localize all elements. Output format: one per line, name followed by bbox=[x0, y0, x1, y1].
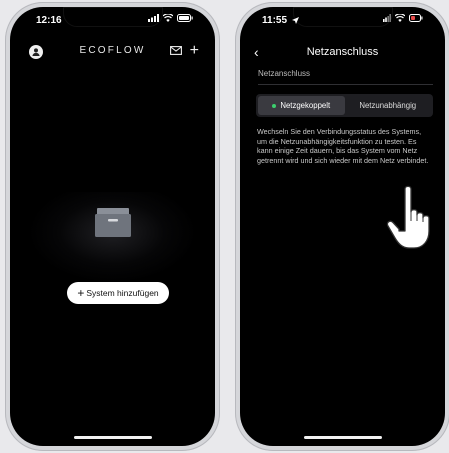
signal-icon bbox=[148, 14, 159, 22]
active-dot-icon bbox=[272, 103, 277, 108]
segment-label: Netzunabhängig bbox=[359, 101, 417, 110]
segment-label: Netzgekoppelt bbox=[280, 101, 331, 110]
status-time: 11:55 bbox=[262, 15, 288, 26]
battery-icon bbox=[177, 14, 193, 22]
divider bbox=[258, 84, 433, 85]
battery-icon bbox=[409, 14, 423, 22]
home-indicator bbox=[303, 436, 382, 439]
add-system-button[interactable]: + System hinzufügen bbox=[67, 282, 169, 304]
status-time: 12:16 bbox=[36, 15, 62, 26]
add-system-label: System hinzufügen bbox=[86, 288, 159, 298]
phone-left: 12:16 ECOFLOW + + System hinzufügen bbox=[5, 2, 220, 451]
location-arrow-icon bbox=[291, 17, 299, 24]
screen-grid-connection: 11:55 ‹ Netzanschluss Netzanschluss Netz… bbox=[240, 7, 445, 446]
status-icons bbox=[148, 14, 193, 22]
description-text: Wechseln Sie den Verbindungsstatus des S… bbox=[257, 127, 429, 165]
segment-off-grid[interactable]: Netzunabhängig bbox=[345, 96, 432, 115]
brand-logo: ECOFLOW bbox=[79, 45, 146, 56]
segment-grid-connected[interactable]: Netzgekoppelt bbox=[258, 96, 345, 115]
mail-icon[interactable] bbox=[170, 46, 182, 55]
plus-icon[interactable]: + bbox=[190, 43, 199, 59]
status-time-row: 11:55 bbox=[262, 15, 299, 26]
wifi-icon bbox=[395, 14, 405, 22]
notch bbox=[292, 7, 393, 27]
phone-right: 11:55 ‹ Netzanschluss Netzanschluss Netz… bbox=[235, 2, 449, 451]
grid-mode-toggle: Netzgekoppelt Netzunabhängig bbox=[256, 94, 433, 117]
page-title: Netzanschluss bbox=[306, 46, 379, 58]
home-indicator bbox=[73, 436, 152, 439]
status-icons bbox=[383, 14, 423, 22]
box-icon bbox=[95, 208, 131, 237]
add-plus-icon: + bbox=[77, 286, 85, 300]
section-label: Netzanschluss bbox=[258, 69, 311, 78]
pointing-hand-icon bbox=[386, 185, 430, 249]
signal-icon bbox=[383, 14, 391, 22]
wifi-icon bbox=[163, 14, 173, 22]
screen-home: 12:16 ECOFLOW + + System hinzufügen bbox=[10, 7, 215, 446]
